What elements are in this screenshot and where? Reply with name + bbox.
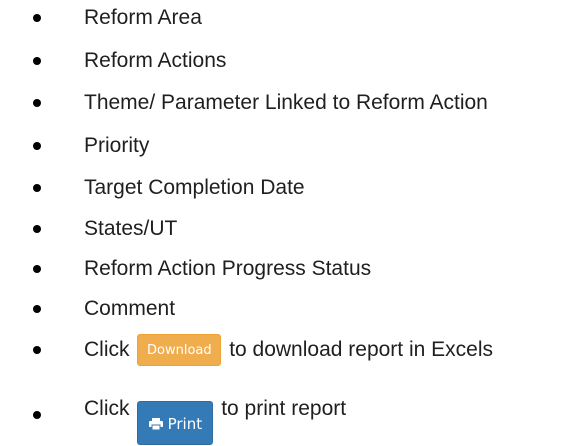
bullet-icon (33, 57, 41, 65)
list-item-label: Target Completion Date (84, 176, 305, 199)
print-instruction-text: Click Print to print report (84, 385, 346, 445)
download-button[interactable]: Download (137, 334, 222, 367)
list-item-label: Theme/ Parameter Linked to Reform Action (84, 91, 488, 114)
list-item-label: Priority (84, 134, 150, 157)
list-item-label: States/UT (84, 217, 178, 240)
bullet-icon (33, 225, 41, 233)
list-item-label: Reform Area (84, 6, 202, 29)
list-item-label: Reform Action Progress Status (84, 257, 372, 280)
download-instruction-text: Click Download to download report in Exc… (84, 332, 493, 368)
bullet-icon (33, 184, 41, 192)
bullet-icon (33, 14, 41, 22)
list-item-label: Comment (84, 297, 176, 320)
download-suffix: to download report in Excels (229, 338, 493, 361)
list-item-label: Reform Actions (84, 49, 227, 72)
bullet-icon (33, 142, 41, 150)
bullet-icon (33, 346, 41, 354)
print-suffix: to print report (221, 397, 347, 420)
print-prefix: Click (84, 397, 130, 420)
bullet-icon (33, 265, 41, 273)
bullet-icon (33, 99, 41, 107)
download-prefix: Click (84, 338, 130, 361)
bullet-icon (33, 305, 41, 313)
print-button[interactable]: Print (137, 401, 214, 445)
bullet-icon (33, 411, 41, 419)
print-button-label: Print (167, 415, 203, 433)
print-icon (148, 418, 163, 430)
